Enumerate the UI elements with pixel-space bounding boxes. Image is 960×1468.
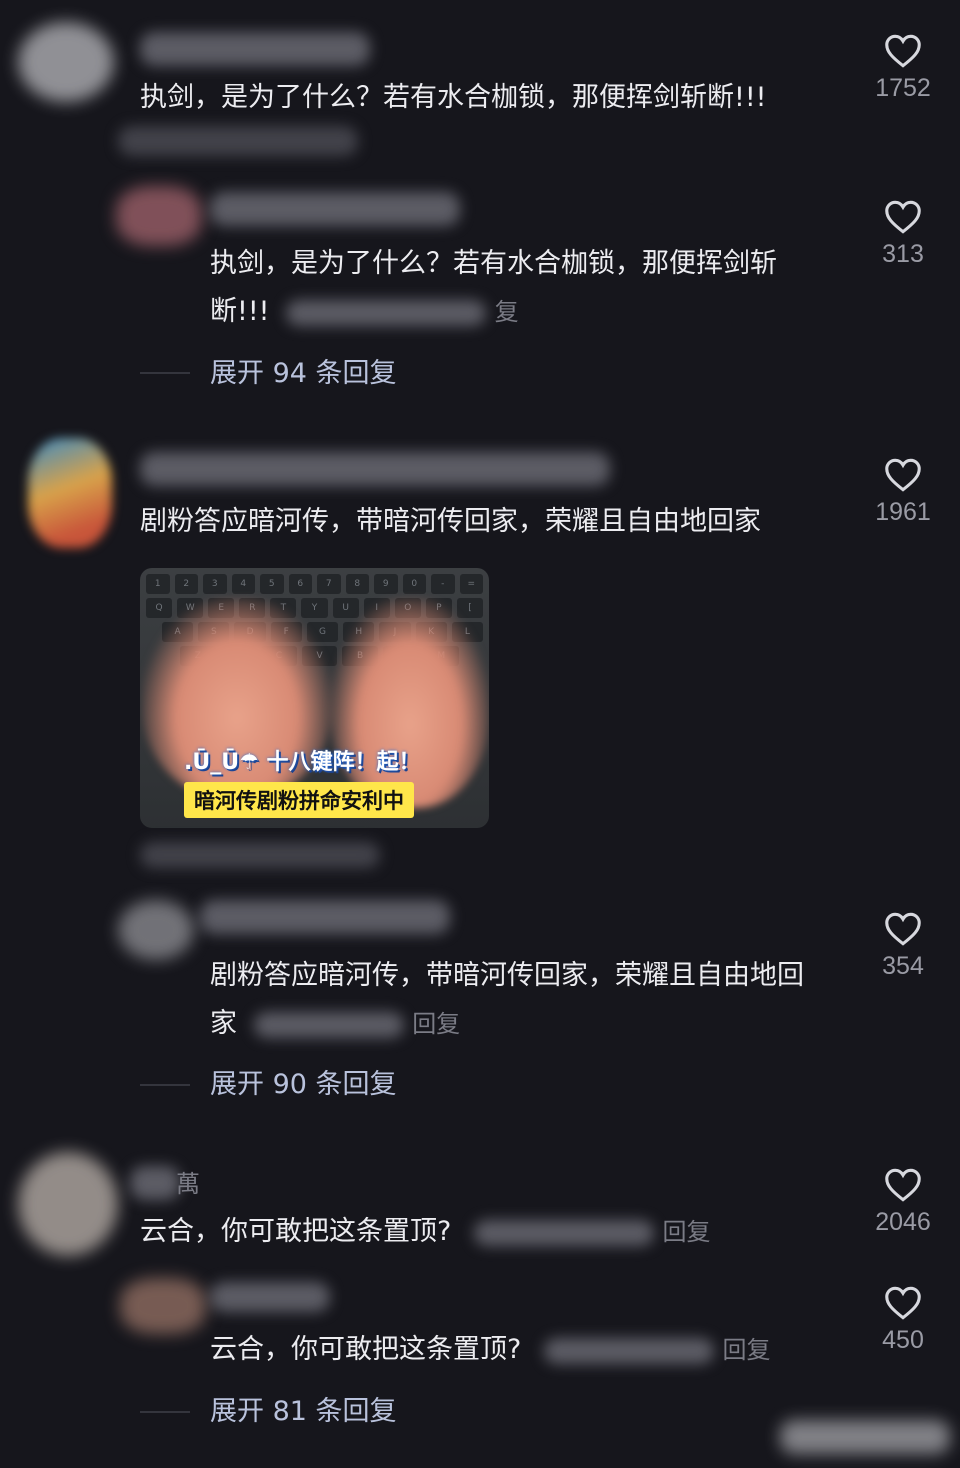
- comment-image[interactable]: 1234567890-= QWERTYUIOP[ ASDFGHJKL ZXCVB…: [140, 568, 489, 828]
- like-button[interactable]: 1961: [858, 458, 948, 527]
- expand-replies-button[interactable]: 展开 90 条回复: [210, 1063, 397, 1107]
- reply-action[interactable]: 回复: [723, 1336, 771, 1364]
- hand-right: [330, 598, 489, 808]
- heart-icon: [885, 1168, 921, 1202]
- reply-username-redacted[interactable]: [210, 192, 460, 226]
- watermark-redacted: [780, 1420, 950, 1454]
- reply-action[interactable]: 回复: [663, 1218, 711, 1246]
- like-count: 1752: [875, 74, 931, 102]
- comment-meta-redacted: [118, 126, 358, 156]
- username-redacted[interactable]: [130, 1166, 180, 1200]
- like-count: 2046: [875, 1208, 931, 1236]
- comment-meta-redacted: [473, 1219, 654, 1246]
- comment-text: 云合，你可敢把这条置顶? 回复: [140, 1208, 711, 1256]
- divider: [140, 1084, 190, 1086]
- username-redacted[interactable]: [140, 32, 370, 66]
- reply-avatar[interactable]: [116, 186, 202, 246]
- reply-username-redacted[interactable]: [200, 900, 450, 934]
- reply-meta-redacted: [253, 1011, 404, 1038]
- reply-text-content: 云合，你可敢把这条置顶?: [210, 1334, 522, 1365]
- like-count: 450: [882, 1326, 924, 1354]
- heart-icon: [885, 34, 921, 68]
- reply-username-redacted[interactable]: [210, 1282, 330, 1312]
- reply-text: 执剑，是为了什么？若有水合枷锁，那便挥剑斩断!!! 复: [210, 240, 830, 336]
- reply-text: 剧粉答应暗河传，带暗河传回家，荣耀且自由地回家 回复: [210, 952, 830, 1048]
- reply-meta-redacted: [543, 1337, 714, 1364]
- comment-meta-redacted: [140, 842, 380, 868]
- reply-like-button[interactable]: 313: [858, 200, 948, 269]
- heart-icon: [885, 200, 921, 234]
- comment-text-content: 云合，你可敢把这条置顶?: [140, 1216, 452, 1247]
- image-caption-top: .Ū_Ū☂ 十八键阵！起！: [184, 750, 421, 775]
- reply-avatar[interactable]: [118, 900, 194, 960]
- reply-action[interactable]: 复: [495, 298, 519, 326]
- heart-icon: [885, 1286, 921, 1320]
- heart-icon: [885, 912, 921, 946]
- heart-icon: [885, 458, 921, 492]
- like-button[interactable]: 2046: [858, 1168, 948, 1237]
- comment-text: 执剑，是为了什么？若有水合枷锁，那便挥剑斩断!!!: [140, 82, 767, 113]
- comment-text: 剧粉答应暗河传，带暗河传回家，荣耀且自由地回家: [140, 506, 761, 537]
- like-count: 1961: [875, 498, 931, 526]
- username-fragment: 萬: [176, 1170, 200, 1198]
- image-caption-bottom: 暗河传剧粉拼命安利中: [184, 782, 414, 818]
- reply-meta-redacted: [286, 299, 487, 326]
- expand-replies-button[interactable]: 展开 81 条回复: [210, 1390, 397, 1434]
- divider: [140, 372, 190, 374]
- reply-like-button[interactable]: 354: [858, 912, 948, 981]
- like-count: 354: [882, 952, 924, 980]
- avatar[interactable]: [18, 1152, 118, 1256]
- username-redacted[interactable]: [140, 452, 610, 486]
- avatar[interactable]: [18, 22, 114, 102]
- expand-replies-button[interactable]: 展开 94 条回复: [210, 352, 397, 396]
- reply-avatar[interactable]: [120, 1278, 206, 1334]
- like-button[interactable]: 1752: [858, 34, 948, 103]
- reply-action[interactable]: 回复: [412, 1010, 460, 1038]
- avatar[interactable]: [28, 438, 112, 548]
- divider: [140, 1411, 190, 1413]
- reply-text: 云合，你可敢把这条置顶? 回复: [210, 1326, 771, 1374]
- like-count: 313: [882, 240, 924, 268]
- reply-like-button[interactable]: 450: [858, 1286, 948, 1355]
